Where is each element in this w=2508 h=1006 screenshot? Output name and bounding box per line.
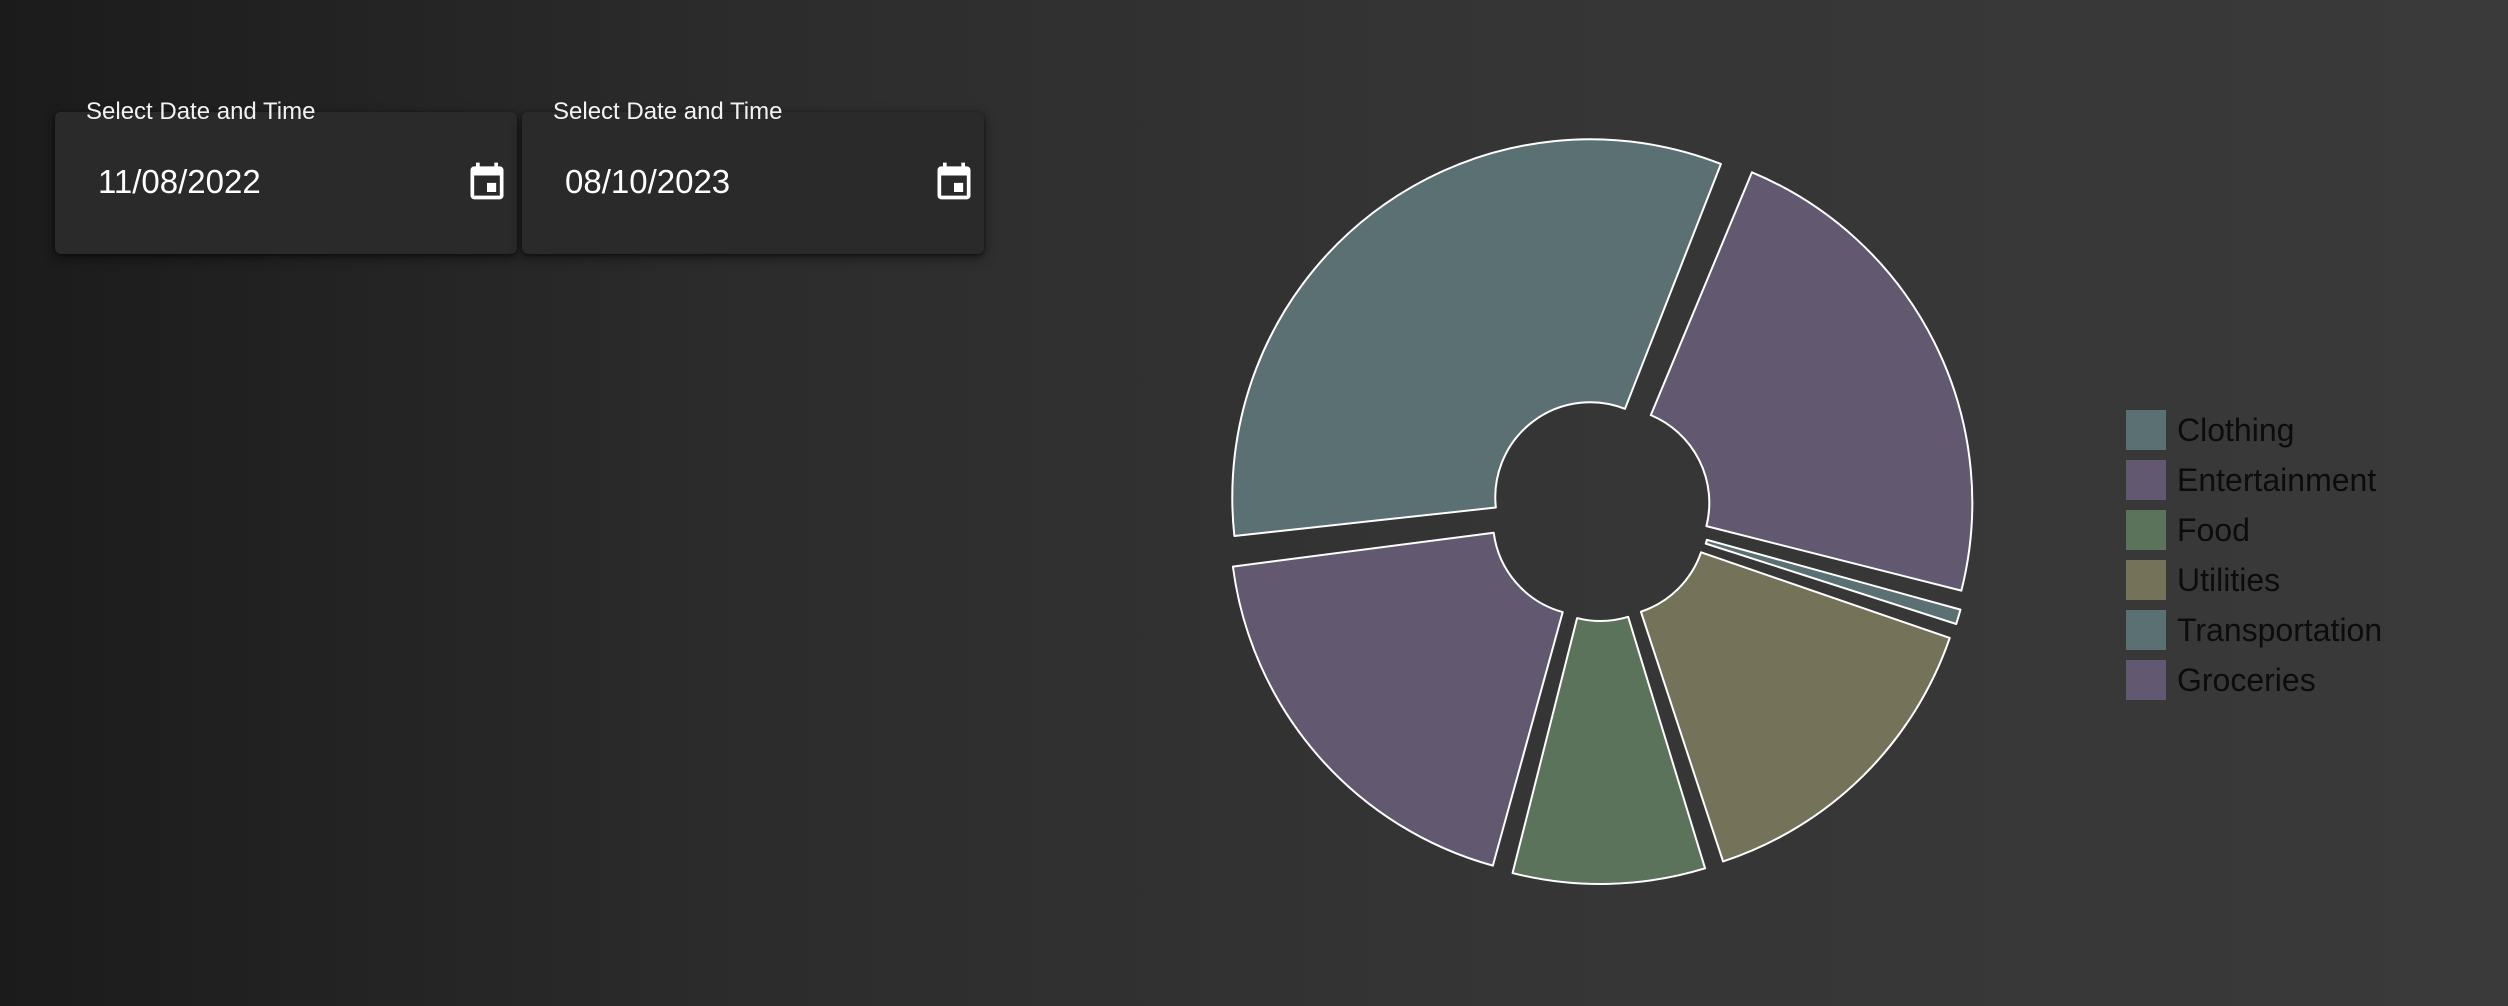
legend-label: Utilities xyxy=(2177,562,2281,598)
end-date-label: Select Date and Time xyxy=(553,98,783,125)
legend-item-utilities[interactable]: Utilities xyxy=(2126,555,2382,605)
start-date-value[interactable]: 11/08/2022 xyxy=(98,162,261,202)
calendar-icon[interactable] xyxy=(465,159,509,203)
legend-label: Food xyxy=(2177,512,2250,548)
legend-swatch xyxy=(2126,410,2166,450)
start-date-label: Select Date and Time xyxy=(86,98,316,125)
legend-swatch xyxy=(2126,610,2166,650)
pie-slice-groceries[interactable] xyxy=(1649,171,1974,592)
legend-item-groceries[interactable]: Groceries xyxy=(2126,655,2382,705)
legend-label: Clothing xyxy=(2177,412,2295,448)
end-date-picker[interactable]: Select Date and Time 08/10/2023 xyxy=(522,98,984,254)
legend-label: Transportation xyxy=(2177,612,2383,648)
legend-label: Groceries xyxy=(2177,662,2316,698)
pie-chart-svg xyxy=(1231,138,1974,885)
legend-item-clothing[interactable]: Clothing xyxy=(2126,405,2382,455)
chart-legend: Clothing Entertainment Food Utilities Tr… xyxy=(2126,405,2382,705)
pie-chart xyxy=(1200,110,2000,910)
legend-label: Entertainment xyxy=(2177,462,2377,498)
legend-item-transportation[interactable]: Transportation xyxy=(2126,605,2382,655)
pie-slice-entertainment[interactable] xyxy=(1231,531,1564,867)
end-date-value[interactable]: 08/10/2023 xyxy=(565,162,730,202)
legend-swatch xyxy=(2126,560,2166,600)
legend-item-entertainment[interactable]: Entertainment xyxy=(2126,455,2382,505)
pie-slice-clothing[interactable] xyxy=(1231,138,1722,537)
legend-swatch xyxy=(2126,460,2166,500)
calendar-icon[interactable] xyxy=(932,159,976,203)
legend-swatch xyxy=(2126,510,2166,550)
legend-item-food[interactable]: Food xyxy=(2126,505,2382,555)
start-date-picker[interactable]: Select Date and Time 11/08/2022 xyxy=(55,98,517,254)
legend-swatch xyxy=(2126,660,2166,700)
